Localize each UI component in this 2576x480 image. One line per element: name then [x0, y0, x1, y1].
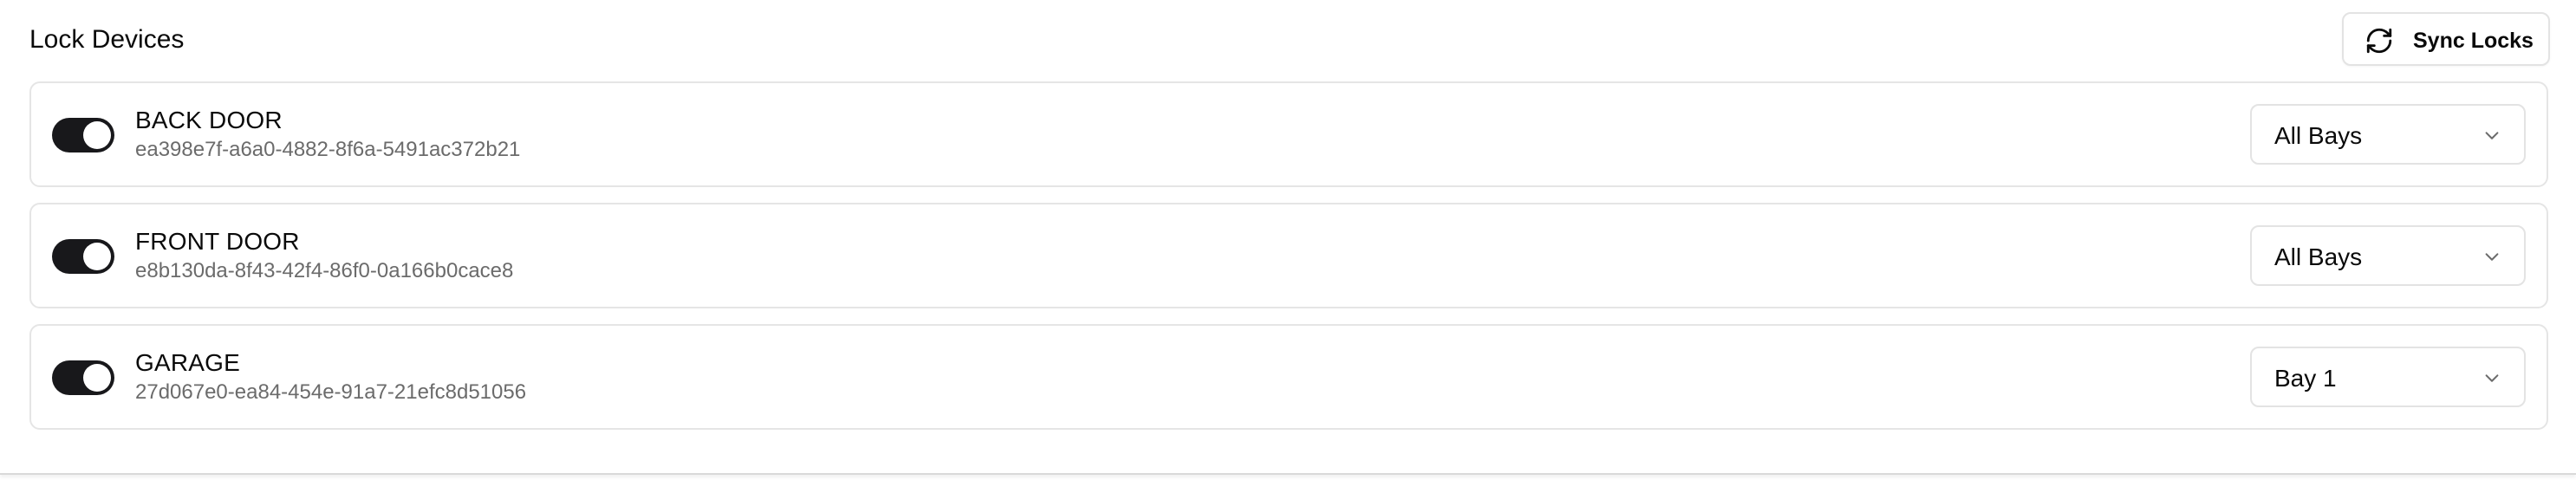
- lock-devices-panel: Lock Devices Sync Locks BACK DOOR ea398e…: [0, 0, 2576, 475]
- device-row: GARAGE 27d067e0-ea84-454e-91a7-21efc8d51…: [29, 324, 2548, 430]
- device-id: 27d067e0-ea84-454e-91a7-21efc8d51056: [135, 380, 527, 404]
- bay-select-value: All Bays: [2274, 122, 2363, 149]
- device-row: BACK DOOR ea398e7f-a6a0-4882-8f6a-5491ac…: [29, 81, 2548, 187]
- bay-select[interactable]: Bay 1: [2250, 347, 2526, 407]
- device-name: GARAGE: [135, 349, 241, 376]
- device-id: ea398e7f-a6a0-4882-8f6a-5491ac372b21: [135, 138, 521, 161]
- sync-locks-label: Sync Locks: [2413, 29, 2534, 53]
- chevron-down-icon: [2485, 132, 2499, 139]
- device-enabled-toggle[interactable]: [52, 360, 114, 395]
- bay-select-value: All Bays: [2274, 243, 2363, 270]
- refresh-icon: [2366, 28, 2392, 54]
- bay-select-value: Bay 1: [2274, 365, 2337, 392]
- chevron-down-icon: [2485, 374, 2499, 382]
- device-row: FRONT DOOR e8b130da-8f43-42f4-86f0-0a166…: [29, 203, 2548, 308]
- toggle-knob: [83, 364, 111, 392]
- toggle-knob: [83, 243, 111, 270]
- sync-locks-button[interactable]: Sync Locks: [2342, 12, 2550, 66]
- page-title: Lock Devices: [29, 25, 185, 54]
- device-name: FRONT DOOR: [135, 228, 300, 255]
- device-enabled-toggle[interactable]: [52, 118, 114, 152]
- device-name: BACK DOOR: [135, 107, 283, 133]
- device-id: e8b130da-8f43-42f4-86f0-0a166b0cace8: [135, 259, 514, 282]
- bay-select[interactable]: All Bays: [2250, 104, 2526, 165]
- toggle-knob: [83, 121, 111, 149]
- bay-select[interactable]: All Bays: [2250, 225, 2526, 286]
- device-enabled-toggle[interactable]: [52, 239, 114, 274]
- chevron-down-icon: [2485, 253, 2499, 261]
